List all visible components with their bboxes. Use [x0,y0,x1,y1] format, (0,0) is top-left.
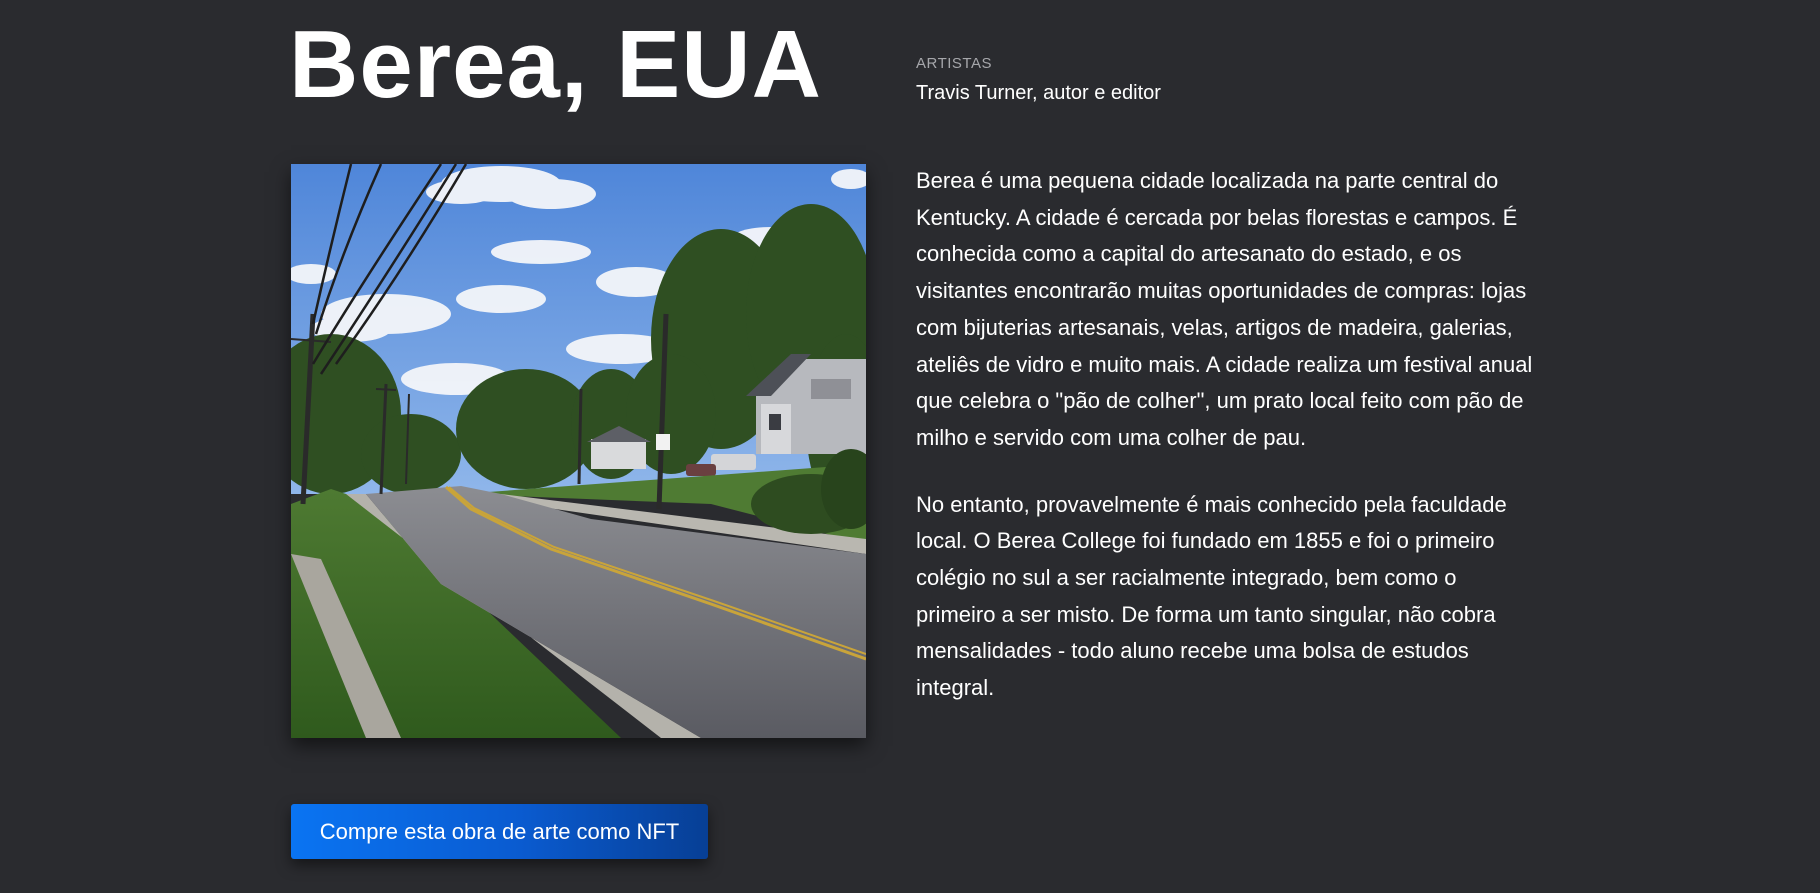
description-paragraph: No entanto, provavelmente é mais conheci… [916,491,1507,701]
artists-block: ARTISTAS Travis Turner, autor e editor [916,55,1161,105]
page-title: Berea, EUA [289,11,822,118]
description-paragraph: Berea é uma pequena cidade localizada na… [916,168,1533,450]
artwork-photo [291,164,866,738]
artists-label: ARTISTAS [916,55,992,72]
artists-name: Travis Turner, autor e editor [916,82,1161,104]
page: Berea, EUA ARTISTAS Travis Turner, autor… [0,0,1820,893]
description: Berea é uma pequena cidade localizada na… [916,163,1536,737]
buy-nft-button[interactable]: Compre esta obra de arte como NFT [291,804,708,859]
